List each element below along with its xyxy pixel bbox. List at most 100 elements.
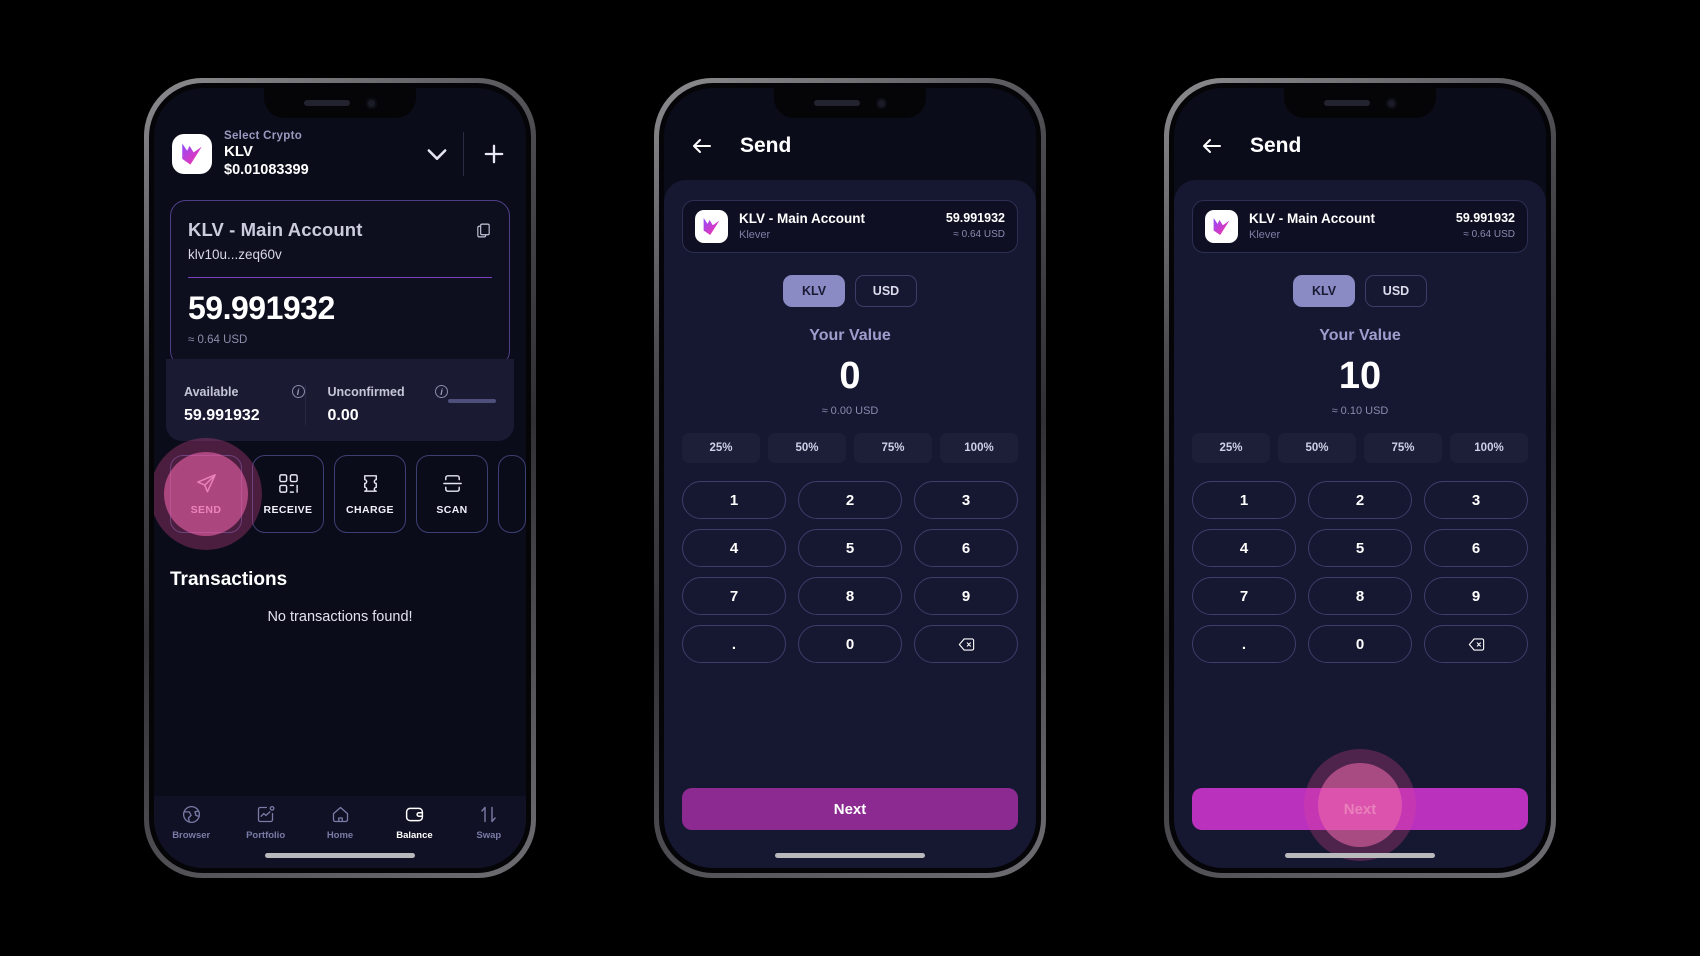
account-title-row: KLV - Main Account: [188, 219, 492, 241]
percent-75-button[interactable]: 75%: [854, 433, 932, 463]
charge-button[interactable]: CHARGE: [334, 454, 406, 533]
percent-100-button[interactable]: 100%: [1450, 433, 1528, 463]
next-button[interactable]: Next: [682, 788, 1018, 830]
sidebar-item-browser[interactable]: Browser: [154, 804, 228, 841]
next-label: Next: [833, 800, 867, 818]
percent-50-button[interactable]: 50%: [768, 433, 846, 463]
key-4[interactable]: 4: [1192, 529, 1296, 567]
toggle-klv[interactable]: KLV: [1293, 275, 1355, 307]
speaker-grille: [1323, 100, 1370, 106]
percent-75-button[interactable]: 75%: [1364, 433, 1442, 463]
screenshot-stage: Select Crypto KLV $0.01083399 KLV - Main…: [0, 0, 1700, 956]
key-6[interactable]: 6: [914, 529, 1018, 567]
key-3[interactable]: 3: [1424, 481, 1528, 519]
nav-label-balance: Balance: [396, 830, 433, 841]
nav-label-swap: Swap: [476, 830, 502, 841]
swap-arrows-icon: [481, 806, 497, 823]
key-7[interactable]: 7: [1192, 577, 1296, 615]
scan-label: SCAN: [436, 503, 468, 516]
percent-25-button[interactable]: 25%: [682, 433, 760, 463]
send-sheet: KLV - Main Account Klever 59.991932 ≈ 0.…: [664, 180, 1036, 868]
key-1[interactable]: 1: [1192, 481, 1296, 519]
send-button[interactable]: SEND: [154, 437, 262, 550]
key-9[interactable]: 9: [1424, 577, 1528, 615]
chevron-down-icon[interactable]: [423, 140, 451, 168]
arrow-left-icon[interactable]: [1200, 134, 1224, 158]
crypto-selector-text[interactable]: Select Crypto KLV $0.01083399: [224, 130, 423, 178]
info-icon[interactable]: i: [291, 385, 305, 399]
key-3[interactable]: 3: [914, 481, 1018, 519]
account-card[interactable]: KLV - Main Account klv10u...zeq60v 59.99…: [170, 199, 510, 367]
numeric-keypad: 1 2 3 4 5 6 7 8 9 . 0: [1192, 481, 1528, 663]
actions-overflow[interactable]: [498, 454, 526, 533]
percent-100-button[interactable]: 100%: [940, 433, 1018, 463]
key-9[interactable]: 9: [914, 577, 1018, 615]
receive-button[interactable]: RECEIVE: [252, 454, 324, 533]
key-7[interactable]: 7: [682, 577, 786, 615]
key-6[interactable]: 6: [1424, 529, 1528, 567]
toggle-klv[interactable]: KLV: [783, 275, 845, 307]
phone-1-balance-screen: Select Crypto KLV $0.01083399 KLV - Main…: [144, 78, 536, 878]
sidebar-item-portfolio[interactable]: Portfolio: [228, 804, 302, 841]
percent-25-button[interactable]: 25%: [1192, 433, 1270, 463]
transactions-empty-message: No transactions found!: [267, 608, 413, 625]
key-decimal[interactable]: .: [1192, 625, 1296, 663]
home-icon: [332, 806, 348, 823]
key-1[interactable]: 1: [682, 481, 786, 519]
key-5[interactable]: 5: [1308, 529, 1412, 567]
info-icon[interactable]: i: [435, 385, 448, 399]
currency-toggle-group: KLV USD: [1192, 275, 1528, 307]
percentage-buttons: 25% 50% 75% 100%: [682, 433, 1018, 463]
nav-label-browser: Browser: [172, 830, 211, 841]
key-backspace[interactable]: [914, 625, 1018, 663]
header-divider: [463, 131, 464, 176]
phone-2-bezel: Send KLV - Main Account Klever 59.991932…: [659, 83, 1041, 873]
account-address[interactable]: klv10u...zeq60v: [188, 247, 492, 262]
globe-icon: [182, 805, 200, 824]
copy-icon[interactable]: [475, 221, 492, 240]
account-title: KLV - Main Account: [188, 218, 363, 240]
stat-unconfirmed: Unconfirmed i 0.00: [304, 384, 448, 425]
percent-50-button[interactable]: 50%: [1278, 433, 1356, 463]
amount-value: 0: [839, 355, 861, 397]
key-decimal[interactable]: .: [682, 625, 786, 663]
tap-highlight-core: [164, 451, 248, 536]
account-selector-card[interactable]: KLV - Main Account Klever 59.991932 ≈ 0.…: [1192, 200, 1528, 253]
account-selector-card[interactable]: KLV - Main Account Klever 59.991932 ≈ 0.…: [682, 200, 1018, 253]
amount-value: 10: [1338, 355, 1382, 397]
stat-available: Available i 59.991932: [184, 385, 305, 425]
key-8[interactable]: 8: [798, 577, 902, 615]
front-camera: [1385, 97, 1397, 109]
key-4[interactable]: 4: [682, 529, 786, 567]
charge-label: CHARGE: [346, 503, 394, 516]
scan-button[interactable]: SCAN: [416, 454, 488, 533]
key-2[interactable]: 2: [798, 481, 902, 519]
stat-available-header: Available i: [184, 385, 305, 399]
home-indicator: [775, 853, 925, 858]
page-title: Send: [740, 134, 792, 157]
sidebar-item-balance[interactable]: Balance: [377, 804, 451, 841]
klever-logo-icon: [695, 210, 728, 243]
drag-handle[interactable]: [448, 398, 496, 403]
key-0[interactable]: 0: [1308, 625, 1412, 663]
your-value-label: Your Value: [1319, 327, 1401, 344]
key-5[interactable]: 5: [798, 529, 902, 567]
key-8[interactable]: 8: [1308, 577, 1412, 615]
sidebar-item-swap[interactable]: Swap: [452, 804, 526, 841]
arrow-left-icon[interactable]: [690, 134, 714, 158]
key-0[interactable]: 0: [798, 625, 902, 663]
toggle-usd[interactable]: USD: [855, 275, 917, 307]
select-crypto-label: Select Crypto: [224, 130, 303, 142]
home-indicator: [265, 853, 415, 858]
plus-icon[interactable]: [480, 140, 508, 168]
notch: [1284, 88, 1436, 118]
toggle-usd[interactable]: USD: [1365, 275, 1427, 307]
key-2[interactable]: 2: [1308, 481, 1412, 519]
front-camera: [365, 97, 377, 109]
ticket-icon: [363, 475, 377, 492]
account-usd-value: ≈ 0.64 USD: [953, 229, 1005, 241]
key-backspace[interactable]: [1424, 625, 1528, 663]
stat-unconfirmed-header: Unconfirmed i: [328, 385, 448, 399]
amount-usd-value: ≈ 0.00 USD: [821, 405, 879, 417]
sidebar-item-home[interactable]: Home: [303, 804, 377, 841]
